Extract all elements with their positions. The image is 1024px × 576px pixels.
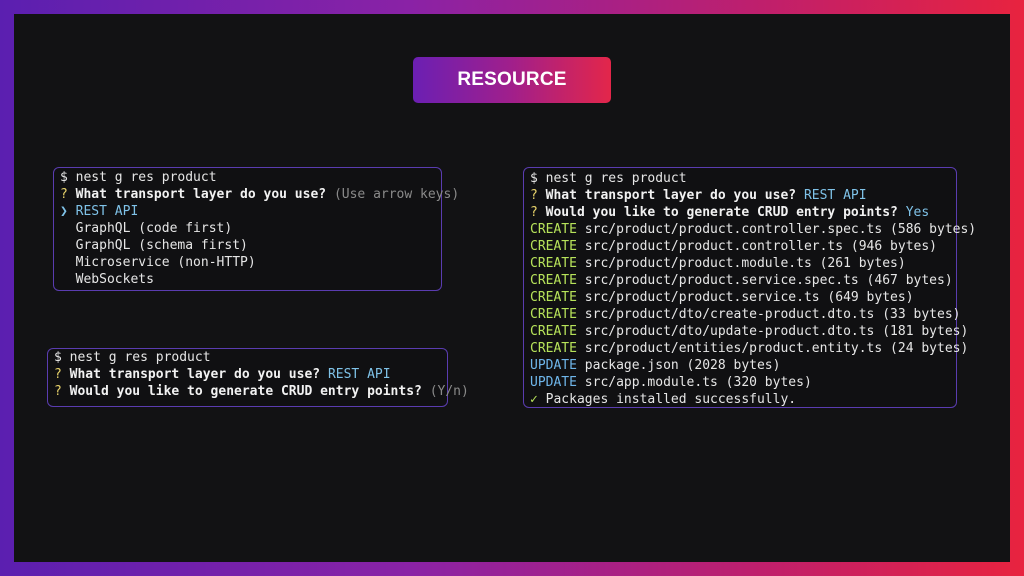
file-line: CREATE src/product/product.module.ts (26… [530,256,906,271]
hint-text: (Y/n) [429,384,469,399]
answer-text: Yes [905,205,930,220]
terminal-transport-prompt: $ nest g res product ? What transport la… [53,167,459,291]
file-line: CREATE src/product/dto/update-product.dt… [530,324,969,339]
question-mark-icon: ? [60,187,68,202]
file-line: UPDATE package.json (2028 bytes) [530,358,781,373]
terminal-generation-output: $ nest g res product ? What transport la… [523,167,977,408]
terminal-crud-prompt: $ nest g res product ? What transport la… [47,348,469,407]
command-line: $ nest g res product [530,171,687,186]
command-line: $ nest g res product [60,170,217,185]
file-line: CREATE src/product/entities/product.enti… [530,341,969,356]
answer-text: REST API [803,188,867,203]
file-line: CREATE src/product/product.controller.sp… [530,222,977,237]
file-line: CREATE src/product/product.service.spec.… [530,273,953,288]
question-line-transport: ? What transport layer do you use? REST … [530,188,867,203]
success-line: ✓ Packages installed successfully. [530,391,950,408]
question-line-crud: ? Would you like to generate CRUD entry … [530,205,930,220]
hint-text: (Use arrow keys) [333,187,460,202]
question-line-crud: ? Would you like to generate CRUD entry … [54,384,469,399]
question-mark-icon: ? [54,367,62,382]
file-line: CREATE src/product/product.controller.ts… [530,239,937,254]
answer-text: REST API [327,367,391,382]
question-text: What transport layer do you use? [75,187,327,202]
question-line: ? What transport layer do you use? (Use … [60,186,459,203]
success-text: Packages installed successfully. [545,392,797,407]
option-graphql-code-first[interactable]: GraphQL (code first) [60,220,435,237]
question-mark-icon: ? [530,188,538,203]
file-line: CREATE src/product/product.service.ts (6… [530,290,914,305]
option-rest-api[interactable]: ❯ REST API [60,203,435,220]
command-line: $ nest g res product [54,350,211,365]
file-line: UPDATE src/app.module.ts (320 bytes) [530,375,812,390]
file-line: CREATE src/product/dto/create-product.dt… [530,307,961,322]
question-mark-icon: ? [530,205,538,220]
resource-badge: RESOURCE [413,57,611,103]
question-line-transport: ? What transport layer do you use? REST … [54,367,391,382]
resource-badge-label: RESOURCE [457,69,567,90]
option-microservice[interactable]: Microservice (non-HTTP) [60,254,435,271]
checkmark-icon: ✓ [530,392,538,407]
question-mark-icon: ? [54,384,62,399]
pointer-icon: ❯ [60,204,68,219]
option-graphql-schema-first[interactable]: GraphQL (schema first) [60,237,435,254]
option-websockets[interactable]: WebSockets [60,271,435,288]
